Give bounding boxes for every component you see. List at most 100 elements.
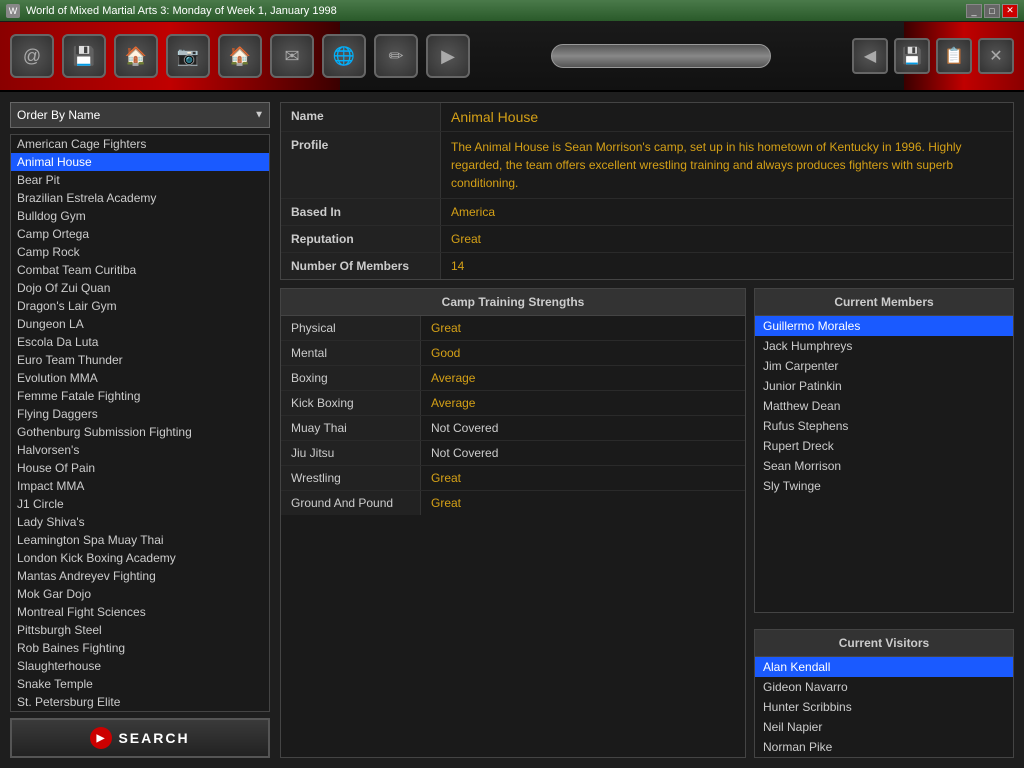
search-button[interactable]: ▶ SEARCH (10, 718, 270, 758)
camp-list-item[interactable]: Dojo Of Zui Quan (11, 279, 269, 297)
camp-list-item[interactable]: Leamington Spa Muay Thai (11, 531, 269, 549)
visitor-item[interactable]: Gideon Navarro (755, 677, 1013, 697)
camp-list-item[interactable]: Rob Baines Fighting (11, 639, 269, 657)
based-in-value: America (441, 199, 1013, 225)
camp-list-item[interactable]: Strike Force (11, 711, 269, 712)
camp-list-item[interactable]: Snake Temple (11, 675, 269, 693)
toolbar: @ 💾 🏠 📷 🏠 ✉ 🌐 ✏ ▶ ◀ 💾 📋 ✕ (0, 22, 1024, 92)
camp-list-item[interactable]: Lady Shiva's (11, 513, 269, 531)
camp-list-item[interactable]: American Cage Fighters (11, 135, 269, 153)
toolbar-edit-button[interactable]: ✏ (374, 34, 418, 78)
maximize-button[interactable]: □ (984, 4, 1000, 18)
current-visitors-panel: Current Visitors Alan KendallGideon Nava… (754, 629, 1014, 758)
camp-list-item[interactable]: Evolution MMA (11, 369, 269, 387)
camp-list[interactable]: American Cage FightersAnimal HouseBear P… (10, 134, 270, 712)
camp-list-item[interactable]: Impact MMA (11, 477, 269, 495)
camp-list-item[interactable]: House Of Pain (11, 459, 269, 477)
toolbar-center (478, 44, 844, 68)
toolbar-home-button[interactable]: 🏠 (114, 34, 158, 78)
camp-list-item[interactable]: Bear Pit (11, 171, 269, 189)
toolbar-camera-button[interactable]: 📷 (166, 34, 210, 78)
reputation-row: Reputation Great (281, 226, 1013, 253)
order-dropdown-wrapper: Order By NameOrder By Reputation (10, 102, 270, 128)
middle-section: Camp Training Strengths Physical Great M… (280, 288, 1014, 758)
toolbar-back-button[interactable]: ◀ (852, 38, 888, 74)
member-item[interactable]: Guillermo Morales (755, 316, 1013, 336)
toolbar-clipboard-button[interactable]: 📋 (936, 38, 972, 74)
camp-list-item[interactable]: Mok Gar Dojo (11, 585, 269, 603)
based-in-row: Based In America (281, 199, 1013, 226)
training-label: Jiu Jitsu (281, 441, 421, 465)
visitors-list[interactable]: Alan KendallGideon NavarroHunter Scribbi… (755, 657, 1013, 757)
training-value: Average (421, 366, 745, 390)
training-label: Kick Boxing (281, 391, 421, 415)
camp-list-item[interactable]: Camp Rock (11, 243, 269, 261)
camp-list-item[interactable]: Gothenburg Submission Fighting (11, 423, 269, 441)
toolbar-email-button[interactable]: @ (10, 34, 54, 78)
toolbar-play-button[interactable]: ▶ (426, 34, 470, 78)
training-label: Wrestling (281, 466, 421, 490)
visitor-item[interactable]: Neil Napier (755, 717, 1013, 737)
camp-list-item[interactable]: Euro Team Thunder (11, 351, 269, 369)
camp-list-item[interactable]: Montreal Fight Sciences (11, 603, 269, 621)
camp-list-item[interactable]: Escola Da Luta (11, 333, 269, 351)
toolbar-mail-button[interactable]: ✉ (270, 34, 314, 78)
visitor-item[interactable]: Alan Kendall (755, 657, 1013, 677)
camp-list-item[interactable]: Halvorsen's (11, 441, 269, 459)
name-value: Animal House (441, 103, 1013, 131)
camp-list-item[interactable]: Dungeon LA (11, 315, 269, 333)
training-value: Not Covered (421, 441, 745, 465)
training-header: Camp Training Strengths (281, 289, 745, 316)
camp-list-item[interactable]: Combat Team Curitiba (11, 261, 269, 279)
training-value: Not Covered (421, 416, 745, 440)
member-item[interactable]: Matthew Dean (755, 396, 1013, 416)
member-item[interactable]: Rufus Stephens (755, 416, 1013, 436)
camp-list-item[interactable]: Slaughterhouse (11, 657, 269, 675)
reputation-label: Reputation (281, 226, 441, 252)
camp-list-item[interactable]: Bulldog Gym (11, 207, 269, 225)
minimize-button[interactable]: _ (966, 4, 982, 18)
toolbar-right: ◀ 💾 📋 ✕ (852, 38, 1014, 74)
main-area: Order By NameOrder By Reputation America… (0, 92, 1024, 768)
order-dropdown[interactable]: Order By NameOrder By Reputation (10, 102, 270, 128)
profile-label: Profile (281, 132, 441, 198)
camp-list-item[interactable]: London Kick Boxing Academy (11, 549, 269, 567)
toolbar-close-button[interactable]: ✕ (978, 38, 1014, 74)
member-item[interactable]: Jack Humphreys (755, 336, 1013, 356)
camp-list-item[interactable]: Camp Ortega (11, 225, 269, 243)
members-count-row: Number Of Members 14 (281, 253, 1013, 279)
toolbar-disk-button[interactable]: 💾 (894, 38, 930, 74)
close-button[interactable]: ✕ (1002, 4, 1018, 18)
member-item[interactable]: Junior Patinkin (755, 376, 1013, 396)
camp-list-item[interactable]: St. Petersburg Elite (11, 693, 269, 711)
training-row: Jiu Jitsu Not Covered (281, 441, 745, 466)
camp-list-item[interactable]: Animal House (11, 153, 269, 171)
camp-list-item[interactable]: Flying Daggers (11, 405, 269, 423)
camp-list-item[interactable]: J1 Circle (11, 495, 269, 513)
camp-list-item[interactable]: Dragon's Lair Gym (11, 297, 269, 315)
members-count-label: Number Of Members (281, 253, 441, 279)
training-value: Great (421, 466, 745, 490)
camp-list-item[interactable]: Mantas Andreyev Fighting (11, 567, 269, 585)
member-item[interactable]: Sly Twinge (755, 476, 1013, 496)
camp-list-item[interactable]: Pittsburgh Steel (11, 621, 269, 639)
training-table: Camp Training Strengths Physical Great M… (280, 288, 746, 758)
visitor-item[interactable]: Hunter Scribbins (755, 697, 1013, 717)
training-label: Mental (281, 341, 421, 365)
training-row: Ground And Pound Great (281, 491, 745, 515)
visitor-item[interactable]: Norman Pike (755, 737, 1013, 757)
toolbar-globe-button[interactable]: 🌐 (322, 34, 366, 78)
member-item[interactable]: Sean Morrison (755, 456, 1013, 476)
member-item[interactable]: Rupert Dreck (755, 436, 1013, 456)
toolbar-house-button[interactable]: 🏠 (218, 34, 262, 78)
members-count-value: 14 (441, 253, 1013, 279)
camp-list-item[interactable]: Brazilian Estrela Academy (11, 189, 269, 207)
toolbar-search-bar (551, 44, 771, 68)
member-item[interactable]: Jim Carpenter (755, 356, 1013, 376)
name-row: Name Animal House (281, 103, 1013, 132)
camp-list-item[interactable]: Femme Fatale Fighting (11, 387, 269, 405)
members-list[interactable]: Guillermo MoralesJack HumphreysJim Carpe… (755, 316, 1013, 612)
training-row: Wrestling Great (281, 466, 745, 491)
training-value: Great (421, 491, 745, 515)
toolbar-save-button[interactable]: 💾 (62, 34, 106, 78)
